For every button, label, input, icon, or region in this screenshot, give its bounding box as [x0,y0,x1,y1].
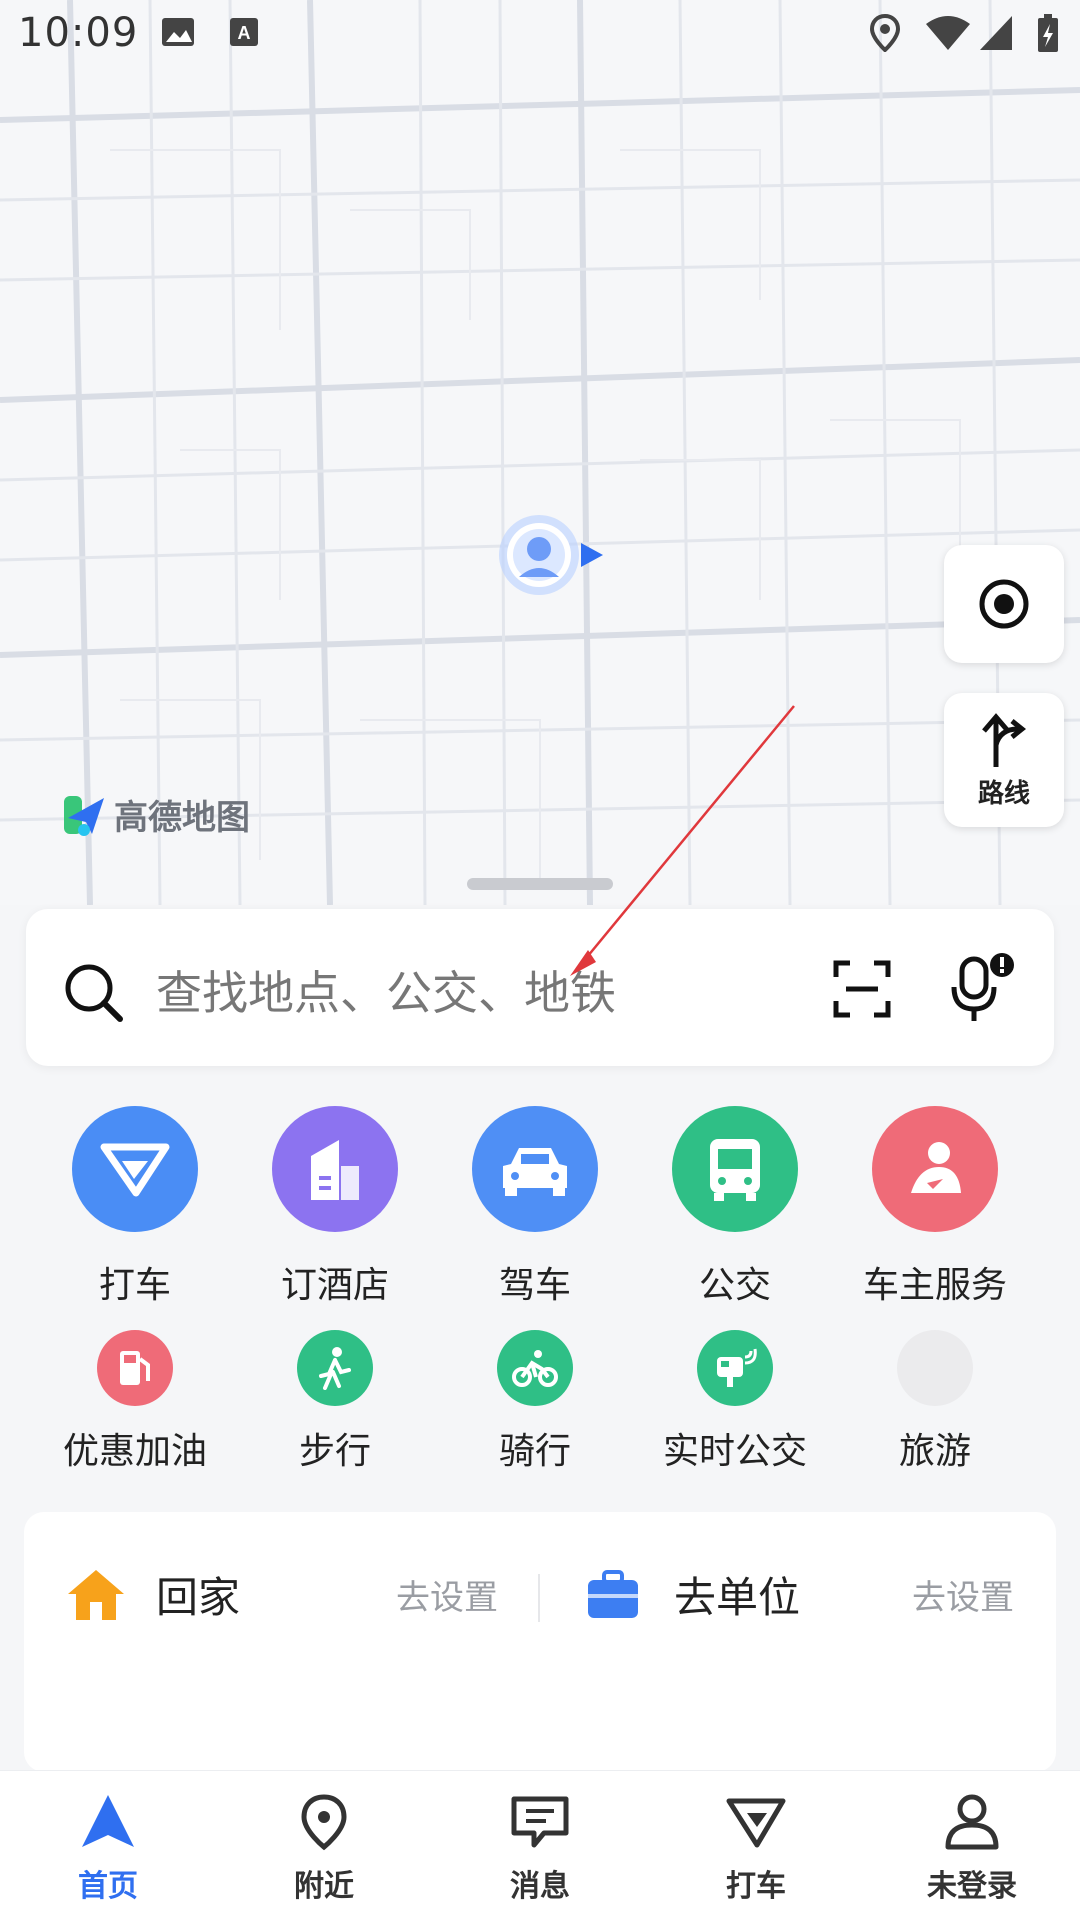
nav-nearby[interactable]: 附近 [244,1793,404,1905]
fuel-icon [97,1330,173,1406]
quick-bus-label: 公交 [698,1265,771,1306]
nearby-icon [301,1794,347,1851]
quick-taxi[interactable]: 打车 [35,1106,235,1308]
amap-logo-icon [64,795,104,836]
home-icon [68,1570,124,1620]
quick-fuel-label: 优惠加油 [62,1431,207,1472]
map-view[interactable]: 高德地图 路线 [0,0,1080,905]
travel-icon [897,1330,973,1406]
quick-hotel[interactable]: 订酒店 [235,1106,435,1308]
quick-taxi-label: 打车 [98,1265,171,1306]
quick-bike-label: 骑行 [498,1431,571,1472]
quick-fuel[interactable]: 优惠加油 [35,1330,235,1474]
search-bar[interactable]: 查找地点、公交、地铁 [26,909,1054,1066]
quick-travel[interactable]: 旅游 [835,1330,1035,1474]
car-owner-icon [872,1106,998,1232]
nav-taxi-label: 打车 [726,1869,786,1904]
quick-walk[interactable]: 步行 [235,1330,435,1474]
route-icon [982,712,1027,767]
quick-drive[interactable]: 驾车 [435,1106,635,1308]
quick-bike[interactable]: 骑行 [435,1330,635,1474]
nav-profile-label: 未登录 [927,1869,1017,1904]
quick-realtime-bus-label: 实时公交 [662,1431,807,1472]
signal-icon [980,16,1012,50]
bike-icon [497,1330,573,1406]
route-button[interactable]: 路线 [944,693,1064,827]
walk-icon [297,1330,373,1406]
quick-drive-label: 驾车 [498,1265,571,1306]
bus-icon [672,1106,798,1232]
home-label[interactable]: 回家 [156,1564,240,1625]
bottom-navigation: 首页 附近 消息 打车 未登录 [0,1770,1080,1921]
quick-walk-label: 步行 [298,1431,371,1472]
briefcase-icon [588,1570,638,1618]
message-icon [511,1796,569,1848]
card-divider [538,1574,540,1622]
quick-travel-label: 旅游 [898,1431,971,1472]
amap-logo-text: 高德地图 [114,798,250,838]
scan-button[interactable] [832,959,892,1019]
battery-icon [1038,14,1058,52]
quick-car-owner[interactable]: 车主服务 [835,1106,1035,1308]
location-status-icon [870,14,900,52]
realtime-bus-icon [697,1330,773,1406]
route-label: 路线 [977,778,1030,809]
map-roads [0,0,1080,905]
svg-text:A: A [238,23,251,43]
nav-messages[interactable]: 消息 [460,1793,620,1905]
search-icon [65,964,123,1022]
nav-nearby-label: 附近 [294,1869,354,1904]
voice-search-button[interactable] [946,953,1016,1023]
hotel-icon [272,1106,398,1232]
user-icon [945,1794,999,1850]
work-label[interactable]: 去单位 [674,1564,800,1625]
text-notification-icon: A [230,18,258,46]
nav-messages-label: 消息 [510,1869,570,1904]
taxi-icon [72,1106,198,1232]
quick-hotel-label: 订酒店 [280,1265,389,1306]
nav-home[interactable]: 首页 [28,1793,188,1905]
quick-bus[interactable]: 公交 [635,1106,835,1308]
nav-taxi[interactable]: 打车 [676,1793,836,1905]
drag-handle[interactable] [467,878,613,890]
status-bar: 10:09 A [0,0,1080,72]
home-work-card: 回家 去设置 去单位 去设置 [24,1512,1056,1772]
current-location-marker [495,515,615,595]
car-icon [472,1106,598,1232]
quick-realtime-bus[interactable]: 实时公交 [635,1330,835,1474]
locate-icon [979,579,1029,629]
gallery-notification-icon [162,18,194,46]
home-set-button[interactable]: 去设置 [396,1570,498,1619]
status-time: 10:09 [18,10,139,56]
quick-car-owner-label: 车主服务 [862,1265,1007,1306]
locate-button[interactable] [944,545,1064,663]
amap-logo: 高德地图 [62,790,250,839]
wifi-icon [926,16,970,50]
work-set-button[interactable]: 去设置 [912,1570,1014,1619]
nav-home-label: 首页 [78,1869,138,1904]
nav-profile[interactable]: 未登录 [892,1793,1052,1905]
search-placeholder[interactable]: 查找地点、公交、地铁 [156,957,616,1023]
home-nav-icon [82,1795,134,1847]
taxi-nav-icon [726,1798,786,1848]
